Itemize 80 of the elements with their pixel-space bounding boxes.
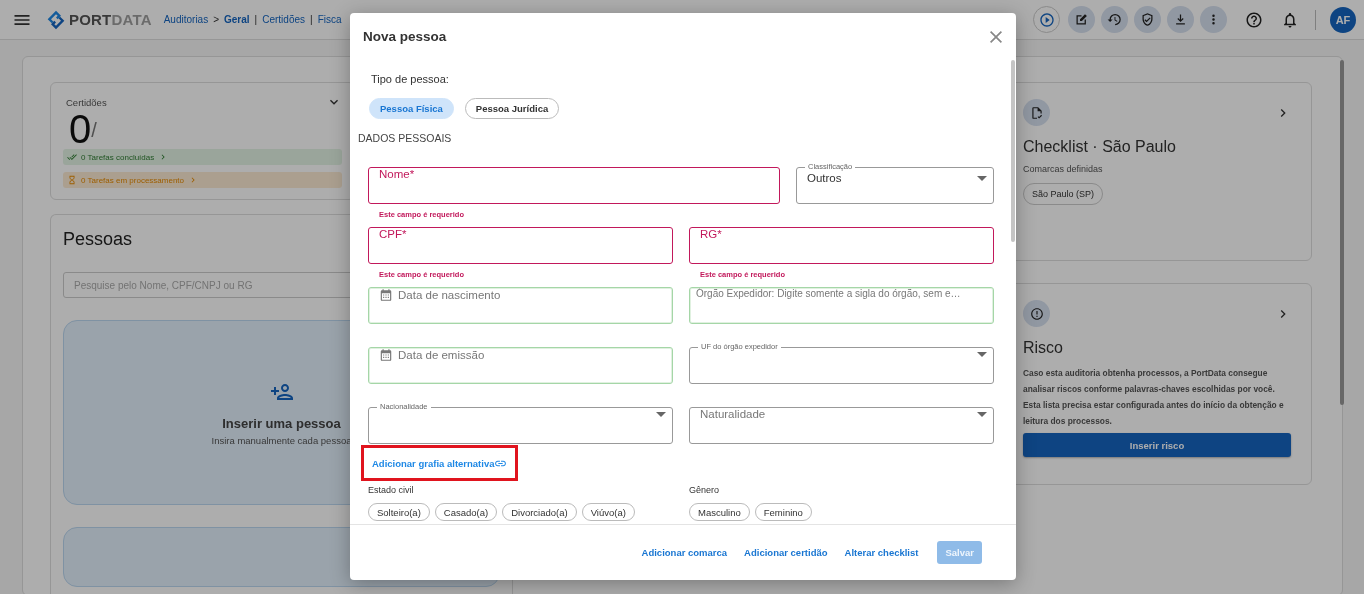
- double-check-icon: [67, 152, 77, 162]
- card-label: Certidões: [66, 96, 107, 108]
- option-chip[interactable]: Divorciado(a): [502, 503, 577, 521]
- breadcrumb-link[interactable]: Certidões: [262, 14, 305, 25]
- insert-risk-button[interactable]: Inserir risco: [1023, 433, 1291, 457]
- breadcrumb-link[interactable]: Fisca: [317, 14, 342, 25]
- group-label: Estado civil: [368, 485, 415, 495]
- card-title: Checklist · São Paulo: [1023, 138, 1177, 156]
- history-icon: [1107, 12, 1122, 27]
- select-field[interactable]: Naturalidade: [689, 407, 994, 444]
- footer-link[interactable]: Adicionar certidão: [744, 547, 828, 558]
- caret-icon: [977, 175, 987, 181]
- breadcrumb-separator: |: [310, 14, 313, 25]
- download-icon: [1173, 12, 1188, 27]
- insert-card-title: Inserir uma pessoa: [222, 415, 341, 431]
- card-description: Caso esta auditoria obtenha processos, a PortData consegue analisar riscos conforme palavras-chaves escolhidas por você. Esta lista precisa estar configurada antes do início da obtenção e leitura dos processos.: [1023, 367, 1285, 428]
- shield-check-icon: [1140, 12, 1155, 27]
- date-field[interactable]: Data de emissão: [368, 347, 673, 384]
- caret-icon: [977, 352, 987, 357]
- text-input[interactable]: RG*: [700, 228, 983, 240]
- breadcrumb-separator: >: [213, 14, 219, 25]
- option-chip[interactable]: Viúvo(a): [581, 503, 635, 521]
- card-title: Risco: [1023, 339, 1064, 357]
- option-chip[interactable]: Feminino: [754, 503, 812, 521]
- footer-link[interactable]: Adicionar comarca: [641, 547, 728, 558]
- person-type-chip[interactable]: Pessoa Física: [369, 98, 454, 119]
- document-check-icon: [1023, 99, 1050, 126]
- history-button[interactable]: [1101, 6, 1128, 33]
- option-chip[interactable]: Casado(a): [434, 503, 498, 521]
- close-button[interactable]: [990, 30, 1002, 43]
- card-title: Pessoas: [63, 229, 133, 250]
- scrollbar[interactable]: [1340, 60, 1344, 405]
- play-button[interactable]: [1033, 6, 1060, 33]
- logo-text: PORTDATA: [69, 11, 152, 28]
- task-label: 0 Tarefas concluídas: [81, 152, 155, 162]
- scrollbar[interactable]: [1011, 60, 1015, 242]
- dialog-title: Nova pessoa: [363, 29, 447, 44]
- breadcrumb-link[interactable]: Auditorias: [163, 14, 209, 25]
- help-button[interactable]: [1245, 10, 1263, 29]
- text-field[interactable]: RG*: [689, 227, 994, 264]
- text-field[interactable]: CPF*: [368, 227, 673, 264]
- hourglass-icon: [67, 175, 77, 185]
- user-avatar[interactable]: AF: [1330, 6, 1356, 33]
- breadcrumb-link[interactable]: Geral: [224, 14, 250, 25]
- option-chip[interactable]: Solteiro(a): [368, 503, 430, 521]
- alert-icon: [1023, 300, 1050, 327]
- section-title: DADOS PESSOAIS: [358, 131, 453, 145]
- notifications-button[interactable]: [1281, 10, 1299, 29]
- field-label: Tipo de pessoa:: [371, 72, 450, 86]
- edit-icon: [1074, 12, 1089, 27]
- bell-icon: [1281, 10, 1299, 29]
- calendar-icon: [379, 288, 393, 302]
- task-label: 0 Tarefas em processamento: [81, 175, 184, 185]
- person-type-chip[interactable]: Pessoa Jurídica: [464, 98, 560, 119]
- text-input[interactable]: Nome*: [379, 168, 769, 180]
- select-value: Outros: [807, 172, 843, 184]
- card-subtitle: Comarcas definidas: [1023, 164, 1104, 174]
- caret-icon: [977, 411, 987, 417]
- count-separator: /: [91, 119, 97, 141]
- breadcrumb-separator: |: [254, 14, 258, 25]
- more-button[interactable]: [1200, 6, 1227, 33]
- count-value: 0: [69, 109, 92, 149]
- shield-button[interactable]: [1134, 6, 1161, 33]
- text-input[interactable]: Órgão Expedidor: Digite somente a sigla do órgão, sem e…: [696, 288, 987, 299]
- date-field[interactable]: Data de nascimento: [368, 287, 673, 324]
- option-chip[interactable]: Masculino: [689, 503, 750, 521]
- logo-icon: [46, 9, 66, 30]
- add-alternative-spelling-link[interactable]: Adicionar grafia alternativa: [361, 445, 519, 481]
- group-label: Gênero: [689, 485, 721, 495]
- download-button[interactable]: [1167, 6, 1194, 33]
- edit-button[interactable]: [1068, 6, 1095, 33]
- text-input[interactable]: CPF*: [379, 228, 662, 240]
- footer-link[interactable]: Alterar checklist: [844, 547, 919, 558]
- help-icon: [1245, 10, 1263, 29]
- select-placeholder: Naturalidade: [700, 408, 767, 420]
- calendar-icon: [379, 348, 393, 362]
- caret-icon: [656, 412, 666, 417]
- task-status-bar[interactable]: 0 Tarefas concluídas: [63, 149, 342, 165]
- play-icon: [1038, 11, 1055, 28]
- text-field[interactable]: Nome*: [368, 167, 780, 204]
